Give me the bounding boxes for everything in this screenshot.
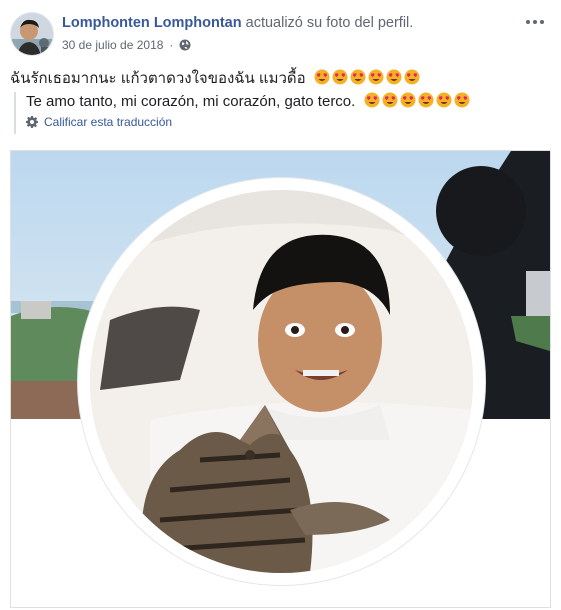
heart-eyes-emoji-icon bbox=[454, 92, 469, 108]
header-title-line: Lomphonten Lomphontan actualizó su foto … bbox=[62, 15, 413, 31]
heart-eyes-emoji-icon bbox=[404, 69, 420, 85]
translation-block: Te amo tanto, mi corazón, mi corazón, ga… bbox=[14, 92, 470, 134]
original-text: ฉันรักเธอมากนะ แก้วตาดวงใจของฉัน แมวดื้อ bbox=[10, 70, 306, 87]
dot-icon bbox=[540, 20, 544, 24]
heart-eyes-emoji-icon bbox=[400, 92, 415, 108]
post-meta: 30 de julio de 2018 · bbox=[62, 38, 191, 52]
gear-icon bbox=[26, 116, 38, 128]
author-avatar[interactable] bbox=[10, 12, 54, 56]
facebook-post: Lomphonten Lomphontan actualizó su foto … bbox=[0, 0, 561, 610]
translation-line: Te amo tanto, mi corazón, mi corazón, ga… bbox=[26, 92, 470, 110]
profile-photo-card[interactable] bbox=[10, 150, 551, 608]
heart-eyes-emoji-icon bbox=[314, 69, 330, 85]
dot-icon bbox=[526, 20, 530, 24]
heart-eyes-emoji-icon bbox=[418, 92, 433, 108]
profile-picture-frame bbox=[78, 178, 485, 585]
globe-icon[interactable] bbox=[179, 39, 191, 51]
avatar-photo bbox=[11, 13, 53, 55]
profile-picture-photo bbox=[90, 190, 473, 573]
heart-eyes-emoji-icon bbox=[364, 92, 379, 108]
heart-eyes-emoji-icon bbox=[436, 92, 451, 108]
profile-picture[interactable] bbox=[90, 190, 473, 573]
heart-eyes-emoji-icon bbox=[368, 69, 384, 85]
dot-icon bbox=[533, 20, 537, 24]
translation-text: Te amo tanto, mi corazón, mi corazón, ga… bbox=[26, 93, 356, 110]
post-original-text: ฉันรักเธอมากนะ แก้วตาดวงใจของฉัน แมวดื้อ bbox=[10, 66, 420, 90]
post-date[interactable]: 30 de julio de 2018 bbox=[62, 38, 163, 52]
original-emoji-row bbox=[314, 69, 420, 85]
meta-separator: · bbox=[169, 38, 174, 52]
heart-eyes-emoji-icon bbox=[350, 69, 366, 85]
rate-translation-label: Calificar esta traducción bbox=[44, 115, 173, 129]
rate-translation-button[interactable]: Calificar esta traducción bbox=[26, 115, 470, 129]
post-action-text: actualizó su foto del perfil. bbox=[245, 15, 414, 31]
author-name[interactable]: Lomphonten Lomphontan bbox=[62, 15, 242, 31]
heart-eyes-emoji-icon bbox=[386, 69, 402, 85]
translation-emoji-row bbox=[364, 92, 470, 108]
heart-eyes-emoji-icon bbox=[332, 69, 348, 85]
post-header: Lomphonten Lomphontan actualizó su foto … bbox=[10, 12, 551, 58]
more-options-icon[interactable] bbox=[523, 14, 547, 30]
heart-eyes-emoji-icon bbox=[382, 92, 397, 108]
